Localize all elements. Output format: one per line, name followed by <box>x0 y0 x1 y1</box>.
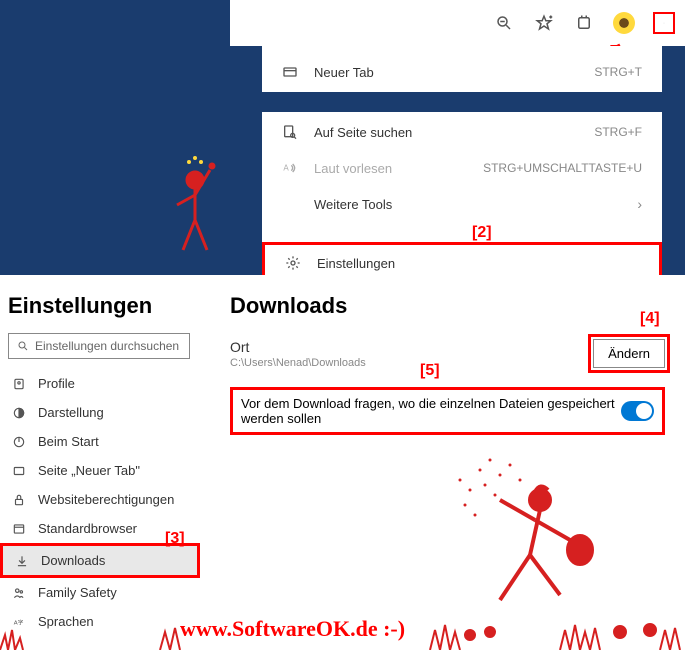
favorites-icon[interactable] <box>533 12 555 34</box>
menu-shortcut: STRG+T <box>594 65 642 79</box>
sidebar-item-startup[interactable]: Beim Start <box>0 427 200 456</box>
menu-shortcut: STRG+F <box>594 125 642 139</box>
newtab-icon <box>12 464 28 478</box>
menu-shortcut: STRG+UMSCHALTTASTE+U <box>483 161 642 175</box>
browser-icon <box>12 522 28 536</box>
gear-icon <box>285 255 309 271</box>
sidebar-item-newtab[interactable]: Seite „Neuer Tab" <box>0 456 200 485</box>
menu-new-tab[interactable]: Neuer Tab STRG+T <box>262 54 662 90</box>
download-location-row: Ort C:\Users\Nenad\Downloads Ändern <box>230 339 665 369</box>
change-location-button[interactable]: Ändern <box>593 339 665 368</box>
content-title: Downloads <box>230 293 665 319</box>
appearance-icon <box>12 406 28 420</box>
menu-read-aloud[interactable]: A Laut vorlesen STRG+UMSCHALTTASTE+U <box>262 150 662 186</box>
sidebar-label: Standardbrowser <box>38 521 137 536</box>
sidebar-item-permissions[interactable]: Websiteberechtigungen <box>0 485 200 514</box>
more-button[interactable] <box>653 12 675 34</box>
sidebar-item-family[interactable]: Family Safety <box>0 578 200 607</box>
sidebar-item-appearance[interactable]: Darstellung <box>0 398 200 427</box>
download-icon <box>15 554 31 568</box>
menu-label: Einstellungen <box>309 256 639 271</box>
profile-icon <box>12 377 28 391</box>
ask-before-download-row: Vor dem Download fragen, wo die einzelne… <box>230 387 665 435</box>
footer-url: www.SoftwareOK.de :-) <box>180 616 405 642</box>
profile-avatar[interactable] <box>613 12 635 34</box>
sidebar-title: Einstellungen <box>0 293 200 333</box>
sidebar-label: Downloads <box>41 553 105 568</box>
menu-label: Neuer Tab <box>306 65 594 80</box>
toggle-label: Vor dem Download fragen, wo die einzelne… <box>241 396 621 426</box>
location-path: C:\Users\Nenad\Downloads <box>230 357 366 369</box>
search-placeholder: Einstellungen durchsuchen <box>35 339 179 353</box>
browser-menu-dropdown: Neuer Tab STRG+T Auf Seite suchen STRG+F… <box>262 46 662 292</box>
annotation-3: [3] <box>165 530 185 548</box>
annotation-4: [4] <box>640 310 660 328</box>
cartoon-figure-1 <box>165 150 225 260</box>
annotation-2: [2] <box>472 224 685 242</box>
svg-text:A: A <box>283 164 289 173</box>
menu-label: Weitere Tools <box>306 197 637 212</box>
ask-before-download-toggle[interactable] <box>621 401 654 421</box>
settings-search-input[interactable]: Einstellungen durchsuchen <box>8 333 190 359</box>
zoom-out-icon[interactable] <box>493 12 515 34</box>
menu-find[interactable]: Auf Seite suchen STRG+F <box>262 114 662 150</box>
page-search-icon <box>282 124 306 140</box>
location-label: Ort <box>230 339 366 355</box>
menu-label: Laut vorlesen <box>306 161 483 176</box>
sidebar-label: Websiteberechtigungen <box>38 492 174 507</box>
tab-icon <box>282 64 306 80</box>
sidebar-label: Beim Start <box>38 434 99 449</box>
lock-icon <box>12 493 28 507</box>
sidebar-label: Profile <box>38 376 75 391</box>
settings-sidebar: Einstellungen Einstellungen durchsuchen … <box>0 275 200 650</box>
menu-label: Auf Seite suchen <box>306 125 594 140</box>
family-icon <box>12 586 28 600</box>
sidebar-item-profile[interactable]: Profile <box>0 369 200 398</box>
power-icon <box>12 435 28 449</box>
cartoon-figure-2 <box>430 440 610 620</box>
menu-more-tools[interactable]: Weitere Tools › <box>262 186 662 222</box>
sidebar-label: Family Safety <box>38 585 117 600</box>
chevron-right-icon: › <box>637 196 642 212</box>
annotation-5: [5] <box>420 362 440 380</box>
menu-cutoff <box>262 92 662 112</box>
search-icon <box>17 340 29 352</box>
sidebar-label: Seite „Neuer Tab" <box>38 463 140 478</box>
collections-icon[interactable] <box>573 12 595 34</box>
read-aloud-icon: A <box>282 160 306 176</box>
sidebar-label: Darstellung <box>38 405 104 420</box>
sidebar-item-downloads[interactable]: Downloads <box>0 543 200 578</box>
